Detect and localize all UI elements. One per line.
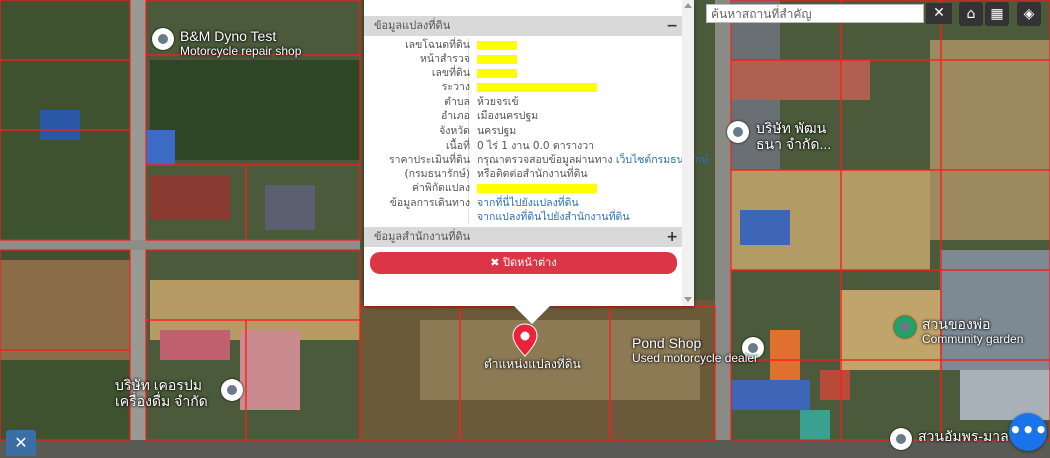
- parcel-marker[interactable]: [512, 323, 538, 361]
- expand-icon[interactable]: +: [666, 227, 678, 247]
- close-window-button[interactable]: ✖ ปิดหน้าต่าง: [370, 252, 677, 274]
- place-label[interactable]: B&M Dyno Test Motorcycle repair shop: [180, 28, 301, 58]
- place-label[interactable]: Pond Shop Used motorcycle dealer: [632, 335, 758, 365]
- search-input[interactable]: [706, 4, 924, 23]
- more-options-button[interactable]: •••: [1009, 413, 1047, 451]
- info-value: หรือติดต่อสำนักงานที่ดิน: [477, 168, 588, 180]
- treasury-website-link[interactable]: เว็บไซต์กรมธนารักษ์: [616, 154, 709, 166]
- place-name: บริษัท พัฒน: [756, 120, 827, 136]
- place-name: บริษัท เคอรปม: [115, 377, 202, 393]
- info-label: จังหวัด: [439, 125, 470, 137]
- redacted-value: [477, 54, 517, 64]
- info-row: (กรมธนารักษ์) หรือติดต่อสำนักงานที่ดิน: [364, 167, 682, 182]
- place-type: Community garden: [922, 332, 1024, 346]
- info-row: หน้าสำรวจ: [364, 52, 682, 67]
- place-name: สวนของพ่อ: [922, 316, 991, 332]
- popup-scrollbar[interactable]: [682, 0, 694, 306]
- info-row: เลขโฉนดที่ดิน: [364, 38, 682, 53]
- place-pin-icon[interactable]: [727, 121, 749, 143]
- place-pin-icon[interactable]: [221, 379, 243, 401]
- place-pin-icon[interactable]: [152, 28, 174, 50]
- place-type: Used motorcycle dealer: [632, 351, 759, 365]
- info-value: 0 ไร่ 1 งาน 0.0 ตารางวา: [477, 140, 595, 152]
- info-label: อำเภอ: [440, 110, 470, 122]
- info-row: เนื้อที่ 0 ไร่ 1 งาน 0.0 ตารางวา: [364, 139, 682, 154]
- redacted-value: [477, 68, 517, 78]
- home-icon[interactable]: ⌂: [959, 2, 983, 26]
- info-value: กรุณาตรวจสอบข้อมูลผ่านทาง: [477, 154, 613, 166]
- info-label: หน้าสำรวจ: [420, 53, 470, 65]
- section-title: ข้อมูลแปลงที่ดิน: [374, 19, 451, 32]
- directions-to-parcel-link[interactable]: จากที่นี่ไปยังแปลงที่ดิน: [477, 196, 579, 211]
- popup-pointer: [514, 306, 550, 324]
- section-title: ข้อมูลสำนักงานที่ดิน: [374, 230, 471, 243]
- redacted-value: [477, 40, 517, 50]
- parcel-info-popup: ข้อมูลแปลงที่ดิน − เลขโฉนดที่ดิน หน้าสำร…: [364, 0, 709, 324]
- parcel-info-section-header[interactable]: ข้อมูลแปลงที่ดิน −: [364, 16, 682, 36]
- place-label[interactable]: บริษัท เคอรปม เครื่องดื่ม จำกัด: [115, 377, 208, 409]
- info-row: จากแปลงที่ดินไปยังสำนักงานที่ดิน: [364, 210, 682, 225]
- place-name: Pond Shop: [632, 335, 702, 351]
- land-office-section-header[interactable]: ข้อมูลสำนักงานที่ดิน +: [364, 227, 682, 247]
- info-row: จังหวัด นครปฐม: [364, 124, 682, 139]
- marker-label-text: ตำแหน่งแปลงที่ดิน: [484, 357, 581, 371]
- grid-icon[interactable]: ▦: [985, 2, 1009, 26]
- garden-pin-icon[interactable]: [894, 316, 916, 338]
- place-label[interactable]: บริษัท พัฒน ธนา จำกัด...: [756, 120, 831, 152]
- info-label: ตำบล: [444, 96, 470, 108]
- place-type: Motorcycle repair shop: [180, 44, 302, 58]
- place-pin-icon[interactable]: [890, 428, 912, 450]
- info-label: เลขที่ดิน: [431, 67, 470, 79]
- place-type: ธนา จำกัด...: [756, 136, 832, 152]
- place-label[interactable]: สวนอัมพร-มาล: [918, 428, 1009, 444]
- info-label: (กรมธนารักษ์): [404, 168, 470, 180]
- place-name: B&M Dyno Test: [180, 28, 277, 44]
- tools-icon[interactable]: ✕: [6, 430, 36, 456]
- redacted-value: [477, 183, 597, 193]
- info-row: ข้อมูลการเดินทาง จากที่นี่ไปยังแปลงที่ดิ…: [364, 196, 682, 211]
- layers-icon[interactable]: ◈: [1017, 2, 1041, 26]
- place-type: เครื่องดื่ม จำกัด: [115, 393, 208, 409]
- redacted-value: [477, 82, 597, 92]
- map-marker-icon: [512, 323, 538, 357]
- info-value: เมืองนครปฐม: [477, 110, 539, 122]
- info-label: เนื้อที่: [446, 140, 470, 152]
- place-label[interactable]: สวนของพ่อ Community garden: [922, 316, 1023, 346]
- info-row: ค่าพิกัดแปลง: [364, 181, 682, 196]
- directions-to-office-link[interactable]: จากแปลงที่ดินไปยังสำนักงานที่ดิน: [477, 210, 630, 225]
- info-value: นครปฐม: [477, 125, 517, 137]
- info-row: ระวาง: [364, 80, 682, 95]
- info-label: ระวาง: [441, 81, 470, 93]
- info-label: ราคาประเมินที่ดิน: [388, 154, 470, 166]
- scroll-down-icon[interactable]: [684, 297, 692, 302]
- search-clear-icon[interactable]: ✕: [926, 3, 952, 24]
- info-row: อำเภอ เมืองนครปฐม: [364, 109, 682, 124]
- parcel-marker-label: ตำแหน่งแปลงที่ดิน: [484, 357, 581, 371]
- info-label: ค่าพิกัดแปลง: [411, 182, 470, 194]
- info-value: ห้วยจรเข้: [477, 96, 519, 108]
- collapse-icon[interactable]: −: [666, 16, 678, 36]
- info-row: ราคาประเมินที่ดิน กรุณาตรวจสอบข้อมูลผ่าน…: [364, 153, 709, 168]
- info-row: เลขที่ดิน: [364, 66, 682, 81]
- info-label: ข้อมูลการเดินทาง: [389, 197, 470, 209]
- info-label: เลขโฉนดที่ดิน: [405, 39, 470, 51]
- scroll-up-icon[interactable]: [684, 3, 692, 8]
- info-row: ตำบล ห้วยจรเข้: [364, 95, 682, 110]
- place-name: สวนอัมพร-มาล: [918, 428, 1009, 444]
